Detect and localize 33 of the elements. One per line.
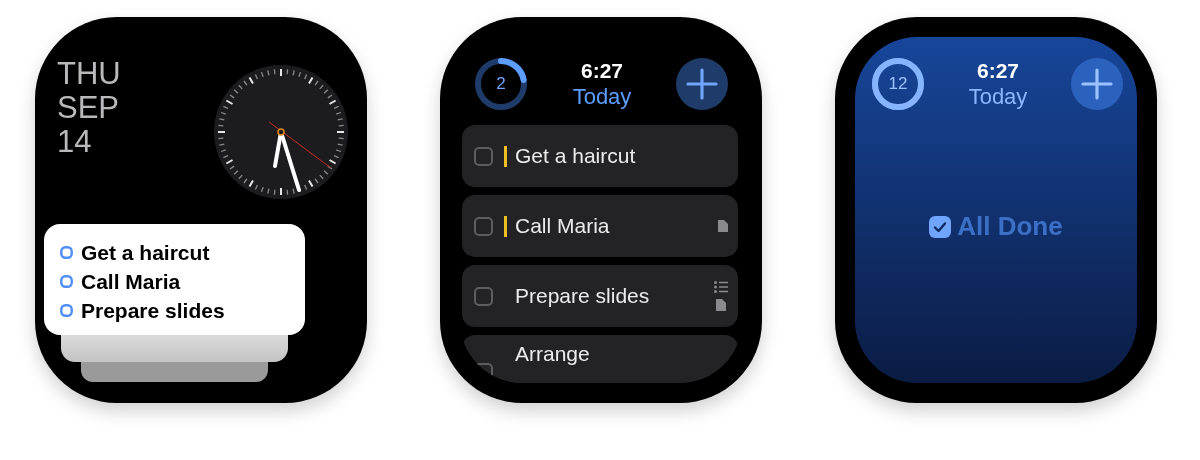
task-checkbox[interactable] bbox=[474, 216, 493, 236]
date-label: 14 bbox=[57, 125, 93, 159]
date-label: THU bbox=[57, 57, 121, 91]
task-row[interactable]: Call Maria bbox=[462, 195, 738, 257]
time-label: 6:27 bbox=[581, 58, 623, 83]
reminder-title: Call Maria bbox=[81, 269, 181, 294]
date-label: SEP bbox=[57, 91, 121, 125]
task-row[interactable]: Arrange bbox=[462, 335, 738, 383]
task-title: Arrange bbox=[515, 341, 591, 367]
note-icon bbox=[716, 299, 726, 311]
add-button[interactable] bbox=[676, 58, 728, 110]
plus-icon bbox=[685, 67, 719, 101]
task-title: Prepare slides bbox=[515, 283, 651, 309]
reminder-title: Prepare slides bbox=[81, 298, 225, 323]
checkmark-icon bbox=[929, 215, 952, 238]
task-checkbox[interactable] bbox=[474, 146, 493, 166]
task-title: Call Maria bbox=[515, 213, 611, 239]
progress-ring[interactable]: 12 bbox=[871, 57, 925, 111]
task-row[interactable]: Get a haircut bbox=[462, 125, 738, 187]
task-title: Get a haircut bbox=[515, 143, 637, 169]
list-title: Today bbox=[572, 82, 632, 110]
checklist-icon bbox=[714, 281, 728, 293]
task-row[interactable]: Prepare slides bbox=[462, 265, 738, 327]
plus-icon bbox=[1080, 67, 1114, 101]
reminder-title: Get a haircut bbox=[81, 240, 210, 265]
progress-ring[interactable]: 2 bbox=[474, 57, 528, 111]
reminders-card[interactable]: Get a haircut Call Maria Prepare slides bbox=[44, 224, 305, 335]
add-button[interactable] bbox=[1071, 58, 1123, 110]
list-title: Today bbox=[968, 82, 1028, 110]
note-icon bbox=[718, 220, 728, 232]
time-label: 6:27 bbox=[977, 58, 1019, 83]
status-message: All Done bbox=[957, 211, 1063, 242]
task-checkbox[interactable] bbox=[474, 286, 493, 306]
